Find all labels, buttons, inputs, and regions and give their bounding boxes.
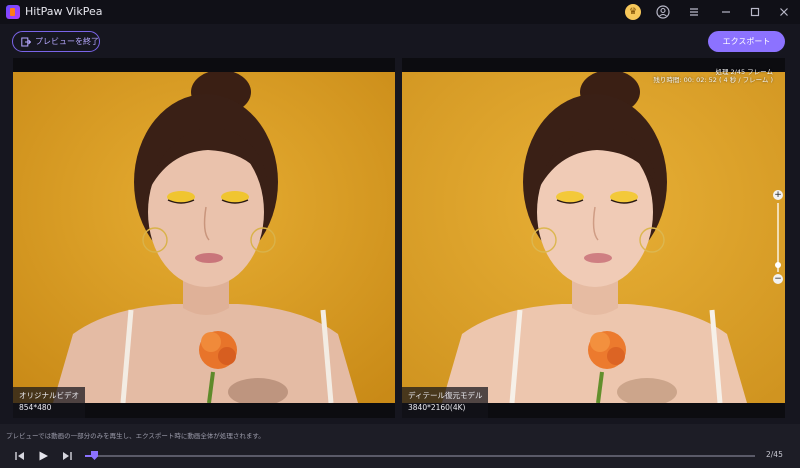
remaining-time: 残り時間: 00: 02: 52 ( 4 秒 / フレーム ) [653,76,773,84]
next-frame-button[interactable] [60,449,74,463]
original-preview-panel: オリジナルビデオ 854*480 [13,58,395,418]
zoom-thumb[interactable] [775,262,781,269]
enhanced-preview-panel: 処理 2/45 フレーム 残り時間: 00: 02: 52 ( 4 秒 / フレ… [402,58,785,418]
original-resolution: 854*480 [19,403,52,412]
processing-info: 処理 2/45 フレーム 残り時間: 00: 02: 52 ( 4 秒 / フレ… [653,68,773,84]
processing-frames: 処理 2/45 フレーム [715,68,773,76]
next-frame-icon [63,452,72,460]
title-bar: HitPaw VikPea ♛ [0,0,800,24]
exit-preview-button[interactable]: プレビューを終了 [12,31,100,52]
menu-icon[interactable] [686,4,702,20]
enhanced-model-label: ディテール復元モデル [408,391,483,400]
enhanced-video-label-box: ディテール復元モデル 3840*2160(4K) [402,387,489,418]
original-video-label: オリジナルビデオ [19,391,79,400]
exit-icon [21,37,32,47]
premium-icon[interactable]: ♛ [625,4,641,20]
app-title: HitPaw VikPea [25,5,103,18]
enhanced-video-frame [402,72,785,403]
close-icon[interactable] [776,4,792,20]
playback-bar: プレビューでは動画の一部分のみを再生し、エクスポート時に動画全体が処理されます。… [0,424,800,468]
original-video-label-box: オリジナルビデオ 854*480 [13,387,85,418]
frame-counter: 2/45 [766,450,783,459]
zoom-out-icon[interactable]: − [773,274,783,284]
play-icon [39,451,48,461]
previous-frame-button[interactable] [13,449,27,463]
export-button[interactable]: エクスポート [708,31,785,52]
timeline-track[interactable] [85,451,755,460]
zoom-slider[interactable]: + − [772,190,784,284]
enhanced-resolution: 3840*2160(4K) [408,403,466,412]
timeline-playhead[interactable] [91,451,98,460]
maximize-icon[interactable] [747,4,763,20]
play-button[interactable] [36,449,50,463]
user-icon[interactable] [655,4,671,20]
minimize-icon[interactable] [718,4,734,20]
exit-preview-label: プレビューを終了 [35,37,99,46]
app-logo [6,5,20,19]
zoom-in-icon[interactable]: + [773,190,783,200]
previous-frame-icon [15,452,24,460]
original-video-frame [13,72,395,403]
preview-notice: プレビューでは動画の一部分のみを再生し、エクスポート時に動画全体が処理されます。 [6,432,265,440]
